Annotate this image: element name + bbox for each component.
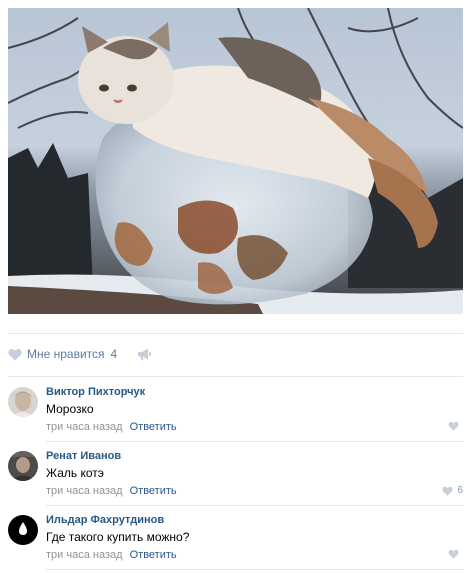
comment-like-count: 6 <box>457 485 463 496</box>
avatar-portrait-image <box>8 451 38 481</box>
comment-item: Виктор Пихторчук Морозко три часа назад … <box>0 380 475 444</box>
like-button[interactable]: Мне нравится 4 <box>8 342 117 366</box>
comment-author[interactable]: Виктор Пихторчук <box>46 386 145 398</box>
cat-in-ice-photo <box>8 8 463 314</box>
comment-text: Где такого купить можно? <box>46 530 190 544</box>
comment-like-button[interactable]: 6 <box>442 485 463 496</box>
reply-button[interactable]: Ответить <box>130 421 177 433</box>
comment-item: Ильдар Фахрутдинов Где такого купить мож… <box>0 508 475 572</box>
like-count: 4 <box>110 347 118 361</box>
comment-like-button[interactable] <box>448 549 463 559</box>
comment-like-button[interactable] <box>448 421 463 431</box>
avatar-drop-image <box>8 515 38 545</box>
heart-icon <box>8 348 22 360</box>
post-photo[interactable] <box>8 8 463 314</box>
comment-item: Ренат Иванов Жаль котэ три часа назад От… <box>0 444 475 508</box>
avatar[interactable] <box>8 451 38 481</box>
heart-icon <box>442 486 453 496</box>
divider-comment <box>46 505 463 506</box>
comment-meta: три часа назад Ответить <box>46 549 177 561</box>
divider-top <box>8 333 463 334</box>
comment-author[interactable]: Ильдар Фахрутдинов <box>46 514 164 526</box>
heart-icon <box>448 549 459 559</box>
divider-bottom <box>46 569 463 570</box>
comment-meta: три часа назад Ответить <box>46 485 177 497</box>
divider-comment <box>46 441 463 442</box>
comment-time[interactable]: три часа назад <box>46 421 123 433</box>
like-label: Мне нравится <box>27 347 105 361</box>
avatar-portrait-image <box>8 387 38 417</box>
comment-time[interactable]: три часа назад <box>46 485 123 497</box>
comment-text: Морозко <box>46 402 94 416</box>
comment-author[interactable]: Ренат Иванов <box>46 450 121 462</box>
heart-icon <box>448 421 459 431</box>
reply-button[interactable]: Ответить <box>130 549 177 561</box>
comment-text: Жаль котэ <box>46 466 104 480</box>
avatar[interactable] <box>8 387 38 417</box>
comment-time[interactable]: три часа назад <box>46 549 123 561</box>
reply-button[interactable]: Ответить <box>130 485 177 497</box>
avatar[interactable] <box>8 515 38 545</box>
divider-likes <box>8 376 463 377</box>
comment-meta: три часа назад Ответить <box>46 421 177 433</box>
megaphone-icon[interactable] <box>137 347 152 361</box>
